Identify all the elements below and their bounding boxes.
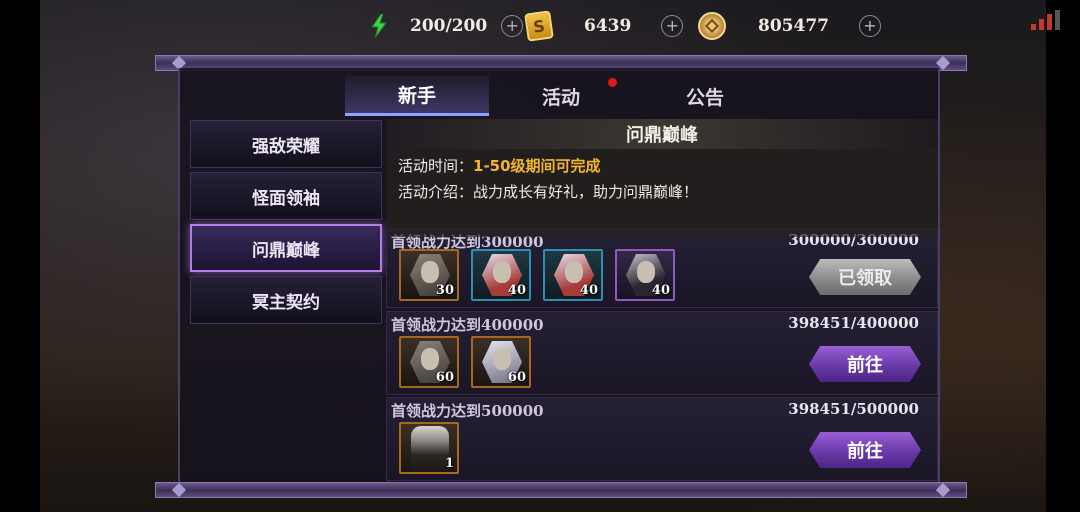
event-intro-label: 活动介绍：: [398, 183, 474, 201]
reward-item[interactable]: 40: [543, 249, 603, 301]
tab-bar: 新手 活动 公告: [345, 76, 777, 116]
reward-items: 1: [399, 422, 459, 474]
event-info-box: 活动时间：1-50级期间可完成 活动介绍：战力成长有好礼，助力问鼎巅峰！: [386, 149, 938, 237]
lightning-icon: [366, 13, 392, 39]
reward-item[interactable]: 1: [399, 422, 459, 474]
reward-row-2: 首领战力达到400000 398451/400000 60 60 前往: [386, 311, 938, 395]
go-button[interactable]: 前往: [809, 346, 921, 382]
tab-newbie[interactable]: 新手: [345, 76, 489, 116]
reward-items: 30 40 40 40: [399, 249, 675, 301]
coin-value: 805477: [758, 16, 829, 36]
reward-title: 首领战力达到500000: [391, 402, 544, 420]
reward-item[interactable]: 60: [471, 336, 531, 388]
event-menu: 强敌荣耀 怪面领袖 问鼎巅峰 冥主契约: [190, 120, 382, 328]
reward-progress: 398451/500000: [788, 400, 919, 418]
reward-row-3: 首领战力达到500000 398451/500000 1 前往: [386, 397, 938, 481]
reward-title: 首领战力达到400000: [391, 316, 544, 334]
event-title: 问鼎巅峰: [626, 125, 698, 146]
menu-item-underworld-pact[interactable]: 冥主契约: [190, 276, 382, 324]
menu-item-strong-enemy[interactable]: 强敌荣耀: [190, 120, 382, 168]
claimed-button[interactable]: 已领取: [809, 259, 921, 295]
ticket-icon: S: [524, 10, 554, 42]
event-title-bar: 问鼎巅峰: [386, 119, 938, 149]
event-intro-value: 战力成长有好礼，助力问鼎巅峰！: [473, 183, 699, 201]
tab-label: 公告: [685, 86, 724, 109]
event-time-value: 1-50级期间可完成: [473, 157, 601, 175]
tab-activity[interactable]: 活动: [489, 76, 633, 116]
coin-icon: [698, 12, 726, 40]
event-time-label: 活动时间：: [398, 157, 474, 175]
energy-plus-button[interactable]: +: [501, 15, 524, 37]
tab-label: 新手: [397, 85, 436, 107]
reward-item[interactable]: 40: [471, 249, 531, 301]
tab-announcement[interactable]: 公告: [633, 76, 777, 116]
reward-item[interactable]: 40: [615, 249, 675, 301]
ticket-value: 6439: [584, 16, 632, 36]
event-intro-line: 活动介绍：战力成长有好礼，助力问鼎巅峰！: [398, 181, 698, 202]
ticket-resource: S 6439 +: [524, 8, 684, 44]
menu-item-peak[interactable]: 问鼎巅峰: [190, 224, 382, 272]
panel-bottom-border: [155, 482, 967, 498]
reward-item[interactable]: 30: [399, 249, 459, 301]
notification-dot: [608, 78, 617, 87]
go-button[interactable]: 前往: [809, 432, 921, 468]
letterbox-left: [0, 0, 40, 512]
signal-icon: [1031, 10, 1060, 30]
energy-value: 200/200: [410, 16, 488, 36]
letterbox-right: [1046, 0, 1080, 512]
coin-resource: 805477 +: [698, 8, 881, 44]
ticket-plus-button[interactable]: +: [661, 15, 684, 37]
menu-item-mask-leader[interactable]: 怪面领袖: [190, 172, 382, 220]
reward-row-1: 首领战力达到300000 300000/300000 30 40 40 40 已…: [386, 228, 938, 308]
reward-items: 60 60: [399, 336, 531, 388]
energy-resource: 200/200 +: [366, 8, 524, 44]
tab-label: 活动: [541, 86, 580, 109]
reward-item[interactable]: 60: [399, 336, 459, 388]
coin-plus-button[interactable]: +: [858, 15, 881, 37]
event-time-line: 活动时间：1-50级期间可完成: [398, 155, 601, 176]
reward-progress: 398451/400000: [788, 314, 919, 332]
